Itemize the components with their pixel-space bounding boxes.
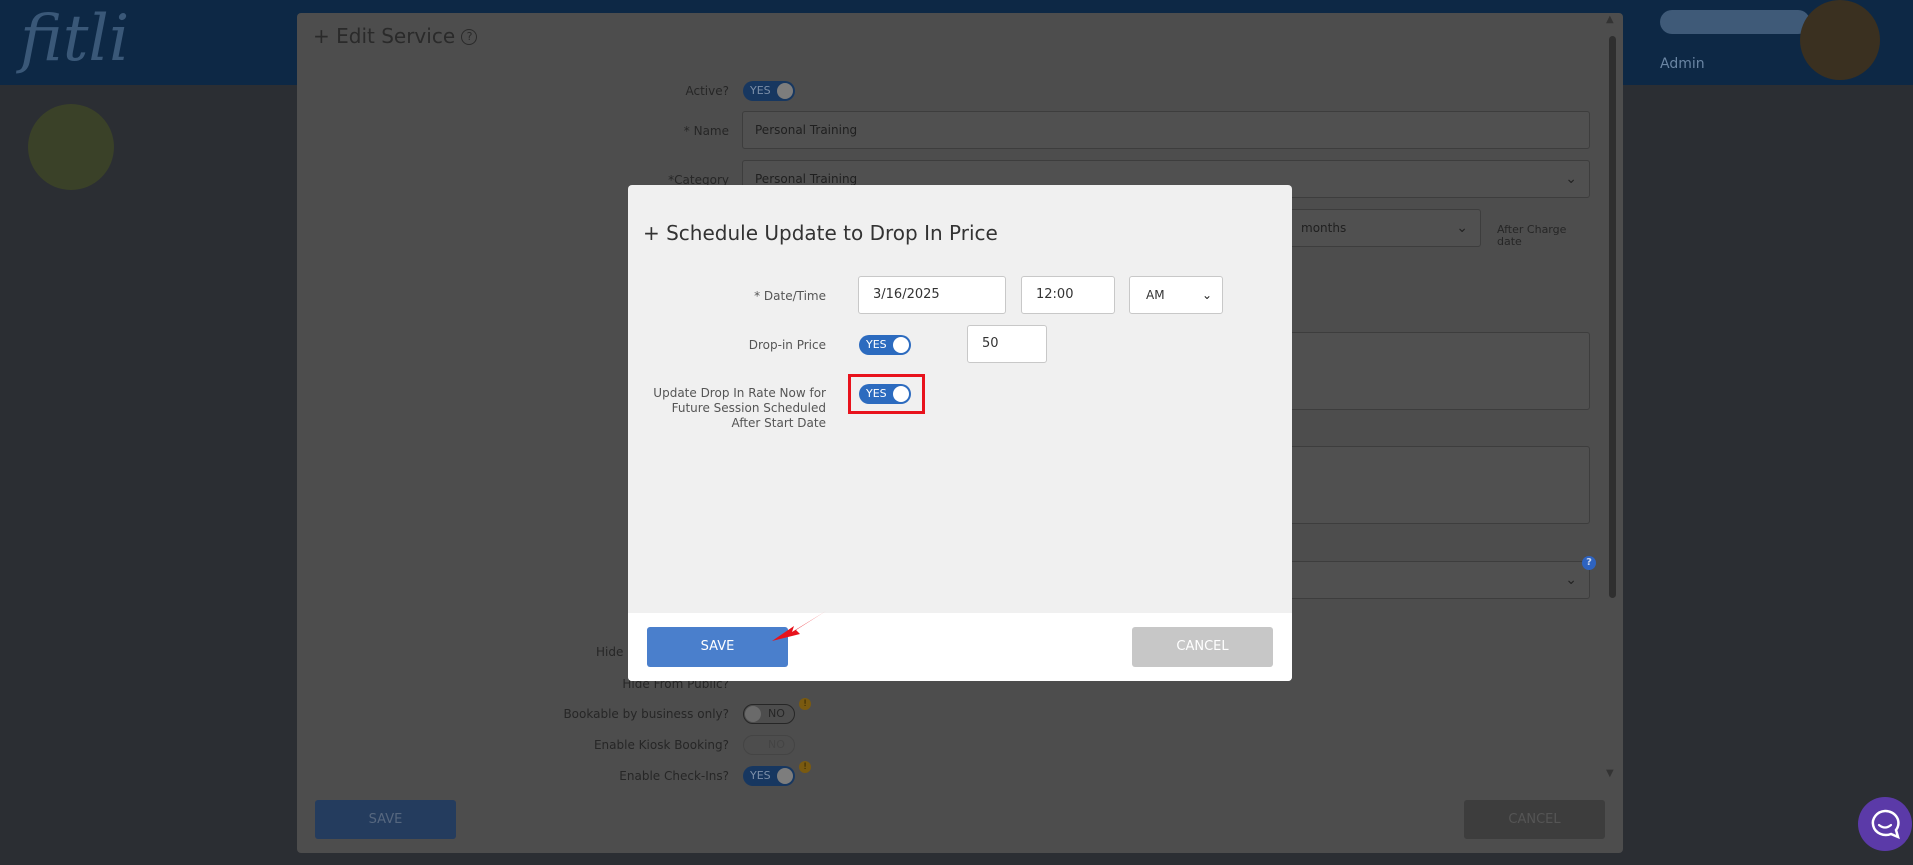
toggle-knob <box>777 83 793 99</box>
toggle-knob <box>777 768 793 784</box>
bookable-toggle-text: NO <box>768 707 785 720</box>
admin-label: Admin <box>1660 56 1705 72</box>
chat-icon <box>1871 809 1900 840</box>
time-input[interactable]: 12:00 <box>1021 276 1115 314</box>
red-arrow-annotation <box>772 611 826 641</box>
chevron-down-icon: ⌄ <box>1456 220 1468 236</box>
edit-cancel-button[interactable]: CANCEL <box>1464 800 1605 839</box>
drop-in-price-label: Drop-in Price <box>748 338 826 352</box>
checkins-toggle[interactable]: YES <box>743 766 795 786</box>
modal-save-button[interactable]: SAVE <box>647 627 788 667</box>
modal-cancel-button[interactable]: CANCEL <box>1132 627 1273 667</box>
highlight-box <box>848 374 925 414</box>
toggle-knob <box>893 337 909 353</box>
drop-in-price-toggle[interactable]: YES <box>859 335 911 355</box>
update-rate-label: Update Drop In Rate Now for Future Sessi… <box>653 386 826 430</box>
active-label: Active? <box>685 84 730 98</box>
name-label: * Name <box>683 124 729 138</box>
hide-partial-label: Hide <box>596 645 624 659</box>
checkins-toggle-text: YES <box>750 769 771 782</box>
months-select[interactable]: months ⌄ <box>1288 209 1481 247</box>
avatar[interactable] <box>1800 0 1880 80</box>
months-select-value: months <box>1301 221 1347 235</box>
bookable-toggle[interactable]: NO <box>743 704 795 724</box>
edit-panel-scrollbar[interactable] <box>1609 36 1616 598</box>
kiosk-toggle[interactable]: NO <box>743 735 795 755</box>
ampm-select[interactable]: AM ⌄ <box>1129 276 1223 314</box>
warning-icon[interactable]: ! <box>799 761 811 773</box>
kiosk-label: Enable Kiosk Booking? <box>593 738 729 752</box>
question-icon[interactable]: ? <box>1582 556 1596 570</box>
drop-in-toggle-text: YES <box>866 338 887 351</box>
kiosk-toggle-text: NO <box>768 738 785 751</box>
date-time-label: * Date/Time <box>754 289 826 303</box>
business-logo <box>28 104 114 190</box>
drop-in-price-input[interactable]: 50 <box>967 325 1047 363</box>
chat-button[interactable] <box>1858 797 1912 851</box>
edit-service-title-text: + Edit Service <box>313 24 456 48</box>
user-menu[interactable] <box>1660 10 1810 34</box>
background-right-column <box>1622 85 1913 865</box>
ampm-select-value: AM <box>1146 288 1165 302</box>
checkins-label: Enable Check-Ins? <box>619 769 729 783</box>
chevron-down-icon: ⌄ <box>1565 171 1577 187</box>
scroll-down-arrow-icon[interactable]: ▼ <box>1606 768 1614 779</box>
chevron-down-icon: ⌄ <box>1565 572 1577 588</box>
sidebar <box>0 85 296 865</box>
toggle-knob <box>745 706 761 722</box>
edit-service-title: + Edit Service ? <box>313 24 478 48</box>
scroll-up-arrow-icon[interactable]: ▲ <box>1606 14 1614 25</box>
after-charge-label: After Charge date <box>1497 223 1567 248</box>
help-icon[interactable]: ? <box>461 29 478 45</box>
fitli-logo: fitli <box>20 2 130 76</box>
edit-save-button[interactable]: SAVE <box>315 800 456 839</box>
name-input[interactable]: Personal Training <box>742 111 1590 149</box>
modal-title: + Schedule Update to Drop In Price <box>643 221 998 245</box>
chevron-down-icon: ⌄ <box>1201 288 1212 302</box>
warning-icon[interactable]: ! <box>799 698 811 710</box>
schedule-update-modal: + Schedule Update to Drop In Price * Dat… <box>628 185 1292 681</box>
date-input[interactable]: 3/16/2025 <box>858 276 1006 314</box>
category-select-value: Personal Training <box>755 172 858 186</box>
active-toggle[interactable]: YES <box>743 81 795 101</box>
active-toggle-text: YES <box>750 84 771 97</box>
bookable-label: Bookable by business only? <box>563 707 729 721</box>
